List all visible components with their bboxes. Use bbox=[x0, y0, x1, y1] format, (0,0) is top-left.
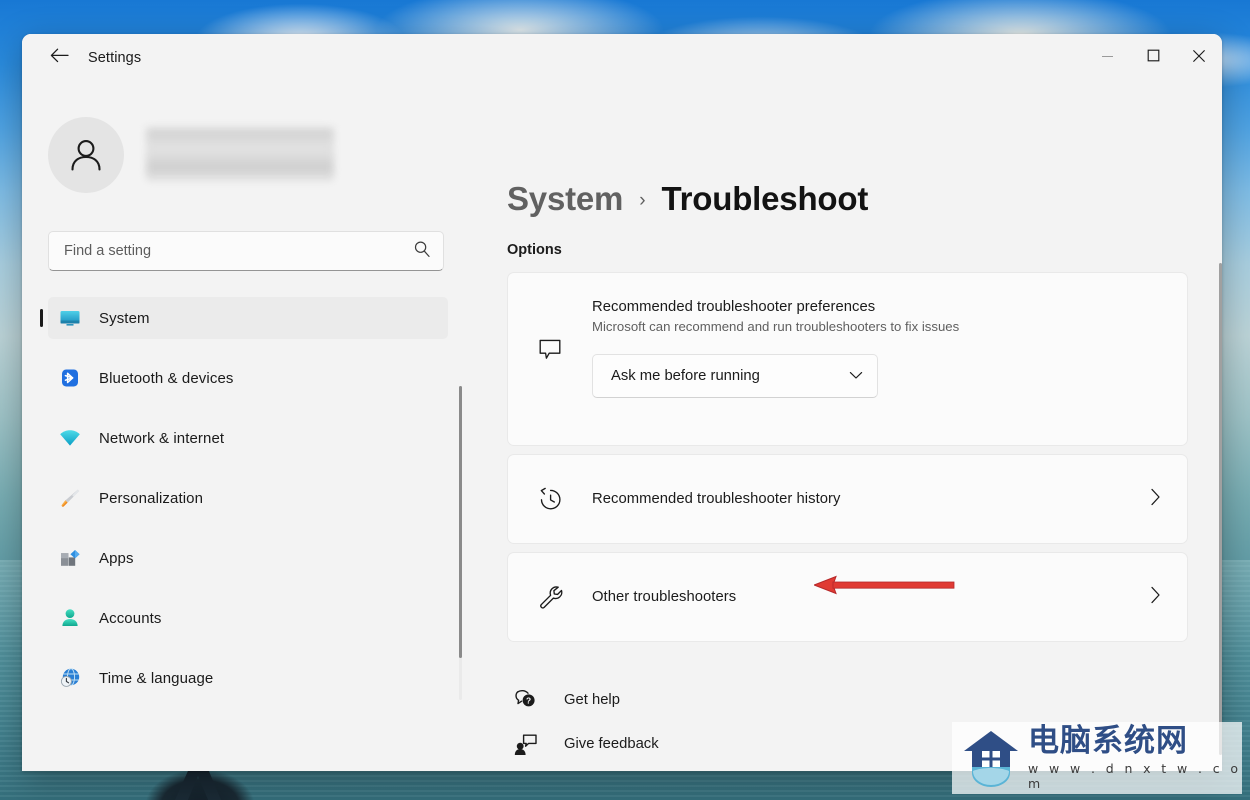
back-button[interactable] bbox=[42, 43, 76, 73]
close-button[interactable] bbox=[1176, 34, 1222, 82]
sidebar-scrollbar-thumb[interactable] bbox=[459, 386, 462, 658]
link-label: Get help bbox=[564, 692, 620, 708]
watermark-url: w w w . d n x t w . c o m bbox=[1028, 760, 1242, 791]
watermark-text: 电脑系统网 w w w . d n x t w . c o m bbox=[1028, 725, 1242, 791]
watermark-name: 电脑系统网 bbox=[1028, 723, 1188, 760]
link-get-help[interactable]: ? Get help bbox=[507, 678, 807, 722]
sidebar-item-network-internet[interactable]: Network & internet bbox=[48, 417, 448, 459]
search-icon[interactable] bbox=[413, 240, 431, 263]
recommended-troubleshooter-preference-dropdown[interactable]: Ask me before running bbox=[592, 354, 878, 398]
window-controls bbox=[1084, 34, 1222, 82]
chevron-right-icon bbox=[1150, 586, 1167, 609]
card-other-troubleshooters[interactable]: Other troubleshooters bbox=[507, 552, 1188, 642]
sidebar-item-apps[interactable]: Apps bbox=[48, 537, 448, 579]
selection-indicator bbox=[40, 309, 43, 327]
link-give-feedback[interactable]: Give feedback bbox=[507, 722, 807, 766]
card-recommended-troubleshooter-preferences: Recommended troubleshooter preferences M… bbox=[507, 272, 1188, 446]
section-label-options: Options bbox=[507, 242, 562, 258]
search-input[interactable] bbox=[64, 243, 413, 259]
card-title: Recommended troubleshooter preferences bbox=[592, 299, 876, 315]
wrench-icon bbox=[534, 584, 566, 611]
card-recommended-troubleshooter-history[interactable]: Recommended troubleshooter history bbox=[507, 454, 1188, 544]
apps-icon bbox=[59, 547, 81, 569]
sidebar-item-label: Bluetooth & devices bbox=[99, 369, 234, 387]
window-body: System Bluetooth & devices bbox=[22, 82, 1222, 771]
sidebar: System Bluetooth & devices bbox=[22, 82, 490, 771]
minimize-button[interactable] bbox=[1084, 34, 1130, 82]
main-scrollbar[interactable] bbox=[1219, 263, 1222, 755]
person-avatar-icon bbox=[71, 140, 101, 171]
sidebar-item-label: Personalization bbox=[99, 489, 204, 507]
sidebar-item-system[interactable]: System bbox=[40, 297, 448, 339]
sidebar-item-personalization[interactable]: Personalization bbox=[48, 477, 448, 519]
profile-block[interactable] bbox=[48, 117, 490, 193]
svg-text:?: ? bbox=[526, 695, 531, 705]
globe-clock-icon bbox=[59, 667, 81, 689]
arrow-left-icon bbox=[50, 48, 69, 68]
history-clock-icon bbox=[534, 486, 566, 513]
card-body: Recommended troubleshooter preferences M… bbox=[592, 299, 1167, 398]
settings-window: Settings Find a setting System Bluetooth… bbox=[22, 34, 1222, 771]
page-title: Troubleshoot bbox=[661, 180, 869, 217]
minimize-icon bbox=[1101, 49, 1114, 67]
breadcrumb-separator-icon: › bbox=[639, 190, 646, 211]
feedback-person-icon bbox=[512, 733, 538, 756]
sidebar-item-label: Network & internet bbox=[99, 429, 225, 447]
help-bubble-icon: ? bbox=[512, 689, 538, 712]
card-body: Other troubleshooters bbox=[592, 589, 1150, 605]
sidebar-item-label: Time & language bbox=[99, 669, 214, 687]
title-bar: Settings bbox=[22, 34, 1222, 82]
sidebar-nav: System Bluetooth & devices Network & int… bbox=[40, 297, 448, 699]
sidebar-item-label: Accounts bbox=[99, 609, 162, 627]
avatar bbox=[48, 117, 124, 193]
dropdown-selected-value: Ask me before running bbox=[611, 368, 760, 384]
breadcrumb-parent-system[interactable]: System bbox=[507, 180, 623, 218]
close-icon bbox=[1192, 49, 1206, 68]
options-card-list: Recommended troubleshooter preferences M… bbox=[507, 272, 1209, 642]
account-icon bbox=[59, 607, 81, 629]
sidebar-item-accounts[interactable]: Accounts bbox=[48, 597, 448, 639]
maximize-button[interactable] bbox=[1130, 34, 1176, 82]
sidebar-scrollbar[interactable] bbox=[459, 386, 462, 700]
sidebar-item-label: Apps bbox=[99, 549, 134, 567]
main-scrollbar-thumb[interactable] bbox=[1219, 263, 1222, 755]
card-body: Recommended troubleshooter history bbox=[592, 491, 1150, 507]
bluetooth-icon bbox=[59, 367, 81, 389]
speech-bubble-icon bbox=[534, 337, 566, 363]
house-shield-logo bbox=[964, 731, 1018, 787]
sidebar-item-label: System bbox=[99, 309, 150, 327]
search-box[interactable] bbox=[48, 231, 444, 271]
main-content: System › Troubleshoot Options Recommende… bbox=[490, 82, 1222, 771]
maximize-icon bbox=[1147, 49, 1160, 67]
breadcrumb: System › Troubleshoot bbox=[507, 176, 1209, 222]
monitor-icon bbox=[59, 307, 81, 329]
card-title: Recommended troubleshooter history bbox=[592, 491, 841, 507]
chevron-right-icon bbox=[1150, 488, 1167, 511]
sidebar-item-time-language[interactable]: Time & language bbox=[48, 657, 448, 699]
account-name-redacted bbox=[146, 128, 334, 182]
chevron-down-icon bbox=[849, 367, 863, 385]
app-title: Settings bbox=[88, 50, 142, 66]
paintbrush-icon bbox=[59, 487, 81, 509]
wifi-icon bbox=[59, 427, 81, 449]
card-title: Other troubleshooters bbox=[592, 589, 737, 605]
desktop-wallpaper: Settings Find a setting System Bluetooth… bbox=[0, 0, 1250, 800]
card-subtitle: Microsoft can recommend and run troubles… bbox=[592, 319, 960, 334]
site-watermark: 电脑系统网 w w w . d n x t w . c o m bbox=[952, 722, 1242, 794]
sidebar-item-bluetooth-devices[interactable]: Bluetooth & devices bbox=[48, 357, 448, 399]
link-label: Give feedback bbox=[564, 736, 659, 752]
